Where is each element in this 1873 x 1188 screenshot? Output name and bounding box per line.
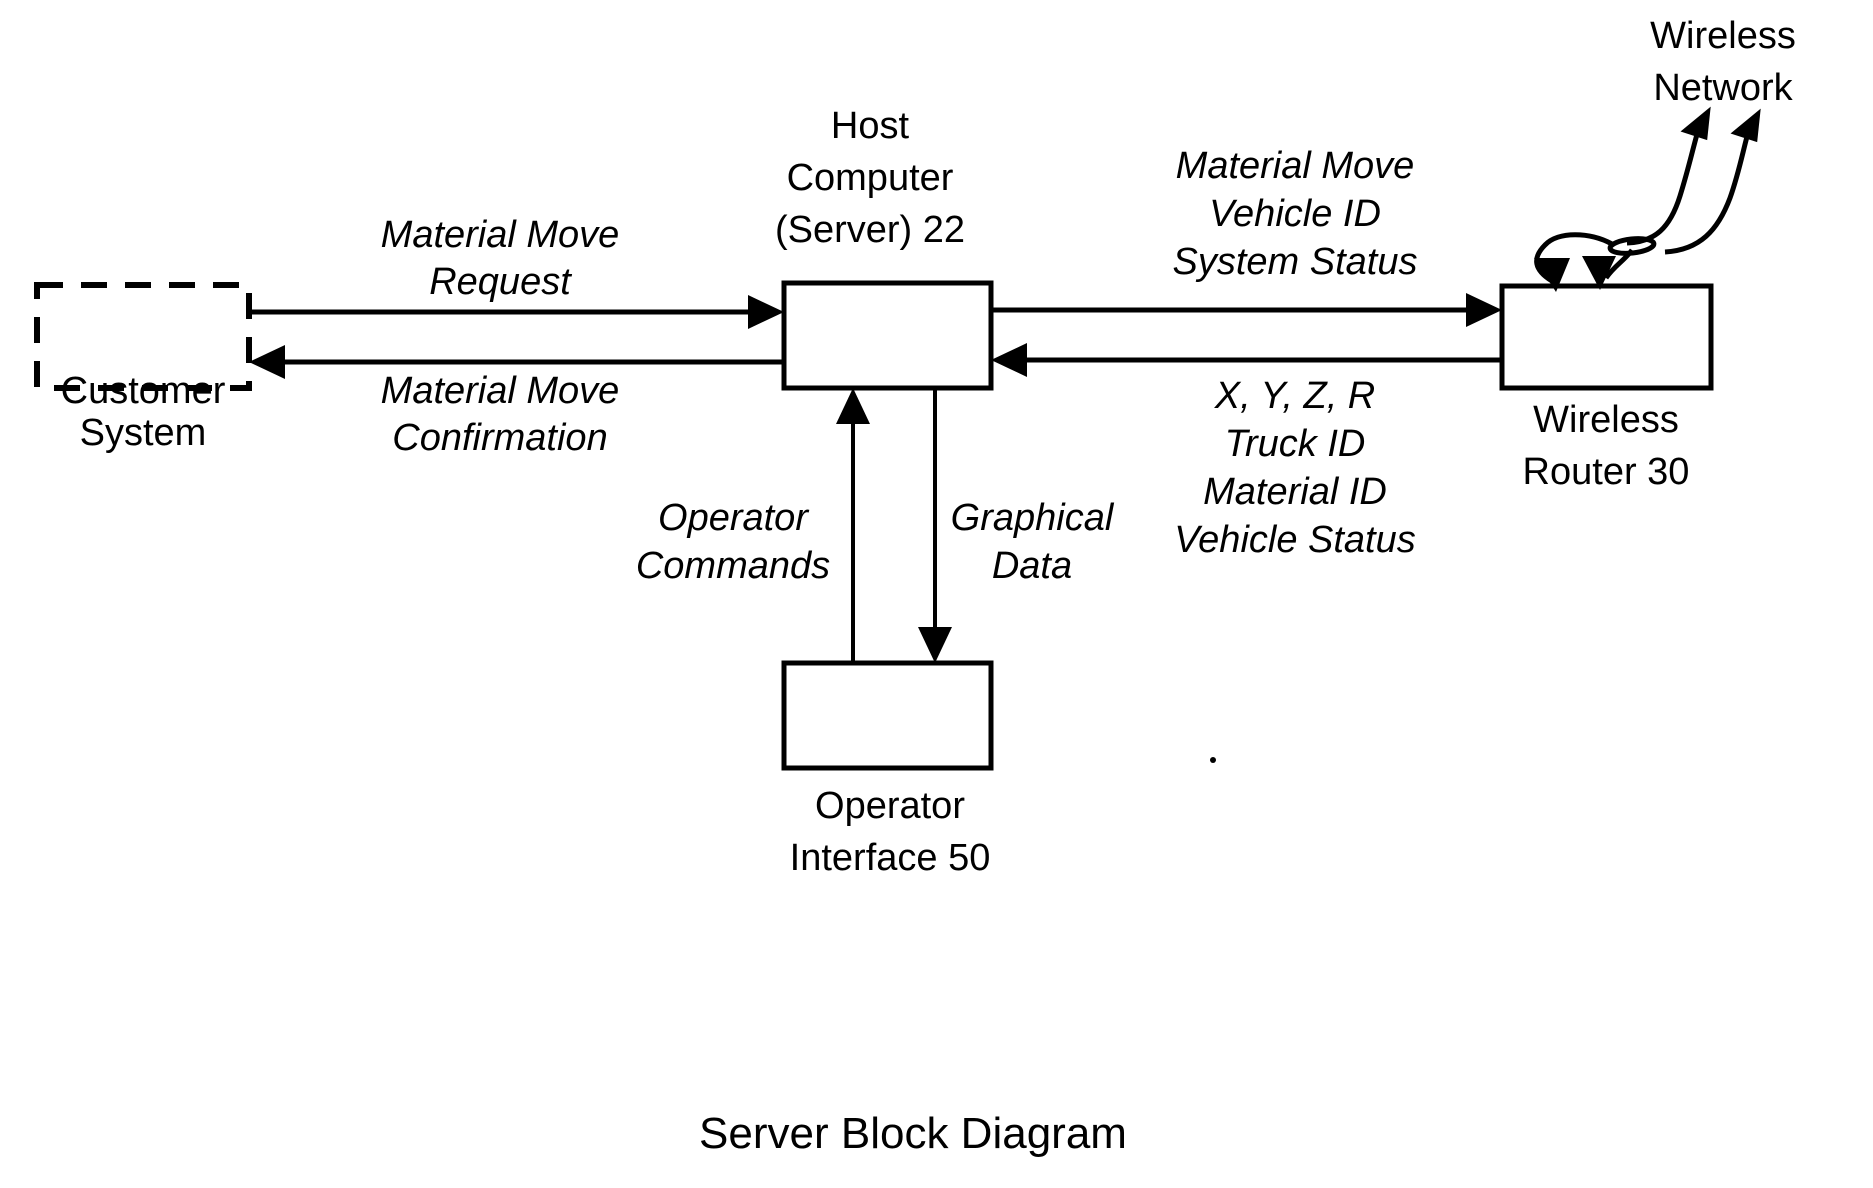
server-block-diagram: Customer System Host Computer (Server) 2… [0,0,1873,1188]
host-computer-label-line1: Host [831,105,910,147]
diagram-canvas: Customer System Host Computer (Server) 2… [34,15,1796,1158]
wireless-network-curve-left [1626,123,1703,246]
material-move-request-label-line1: Material Move [381,214,620,256]
host-to-router-label-line2: Vehicle ID [1209,193,1381,235]
node-host-computer: Host Computer (Server) 22 [775,105,994,391]
router-to-host-label-line3: Material ID [1203,471,1387,513]
edge-operator-commands: Operator Commands [636,388,870,663]
router-to-host-label-line4: Vehicle Status [1174,519,1416,561]
operator-interface-box [781,660,994,771]
host-to-router-arrowhead [1466,293,1502,327]
router-curve-knot [1607,236,1657,256]
edge-material-move-confirmation: Material Move Confirmation [249,345,784,459]
diagram-title: Server Block Diagram [699,1109,1127,1158]
material-move-request-label-line2: Request [429,261,572,303]
graphical-data-label-line2: Data [992,545,1072,587]
customer-system-label-line1: Customer [61,370,226,412]
edge-router-wireless-link [1534,106,1761,292]
graphical-data-arrowhead [918,627,952,663]
wireless-network-curve-right [1664,125,1753,255]
operator-commands-label-line2: Commands [636,545,830,587]
router-to-host-label-line2: Truck ID [1225,423,1366,465]
edge-material-move-request: Material Move Request [249,214,784,329]
node-customer-system: Customer System [34,282,252,454]
operator-interface-label-line1: Operator [815,785,965,827]
material-move-confirmation-arrowhead [249,345,285,379]
wireless-network-label-line2: Network [1653,67,1793,109]
router-to-host-arrowhead [991,343,1027,377]
operator-interface-label-line2: Interface 50 [790,837,991,879]
host-computer-label-line2: Computer [787,157,954,199]
operator-commands-arrowhead [836,388,870,424]
material-move-confirmation-label-line1: Material Move [381,370,620,412]
wireless-router-label-line2: Router 30 [1523,451,1690,493]
material-move-request-arrowhead [748,295,784,329]
operator-commands-label-line1: Operator [658,497,809,539]
node-wireless-router: Wireless Router 30 [1499,283,1714,493]
material-move-confirmation-label-line2: Confirmation [392,417,607,459]
host-computer-label-line3: (Server) 22 [775,209,965,251]
customer-system-label-line2: System [80,412,207,454]
edge-graphical-data: Graphical Data [918,388,1115,663]
node-operator-interface: Operator Interface 50 [781,660,994,879]
wireless-router-label-line1: Wireless [1533,399,1679,441]
graphical-data-label-line1: Graphical [951,497,1115,539]
wireless-router-box [1499,283,1714,391]
node-wireless-network: Wireless Network [1650,15,1796,109]
host-to-router-label-line3: System Status [1173,241,1418,283]
wireless-network-label-line1: Wireless [1650,15,1796,57]
router-to-host-label-line1: X, Y, Z, R [1214,375,1376,417]
host-computer-box [781,280,994,391]
scan-speck [1210,757,1216,763]
host-to-router-label-line1: Material Move [1176,145,1415,187]
edge-host-to-router: Material Move Vehicle ID System Status [991,145,1502,327]
